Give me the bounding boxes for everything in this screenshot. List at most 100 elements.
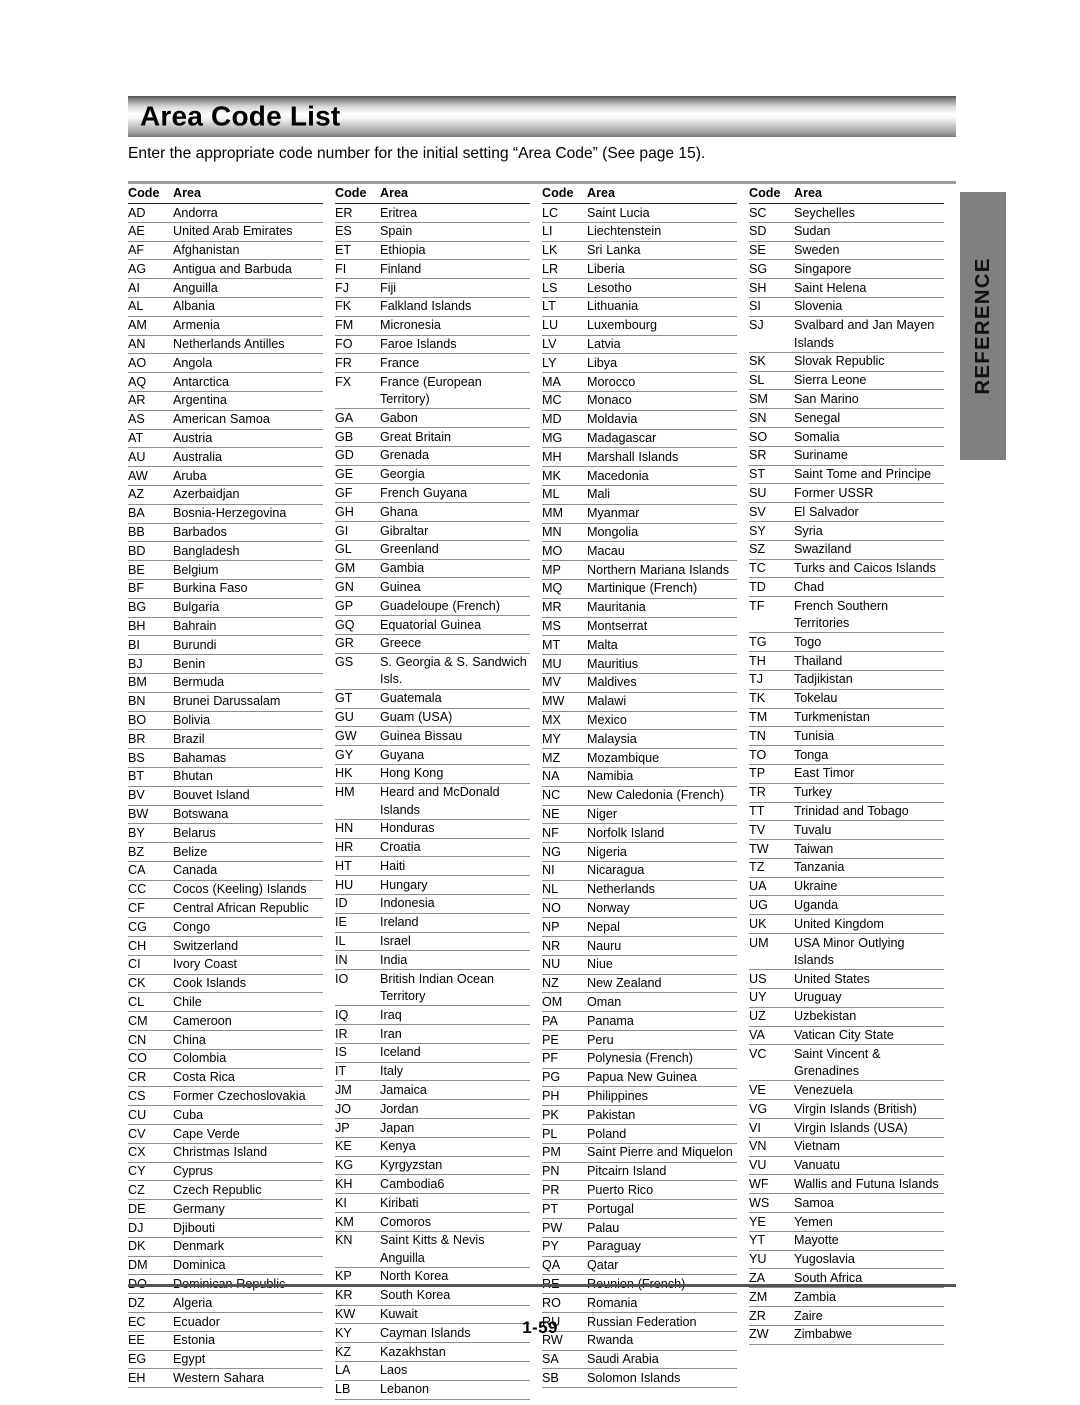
column-header-area: Area xyxy=(794,186,823,200)
area-name-cell: New Caledonia (French) xyxy=(587,788,725,803)
area-code-cell: AZ xyxy=(128,487,145,502)
area-code-cell: LS xyxy=(542,280,558,295)
area-code-cell: YT xyxy=(749,1233,766,1248)
table-row: PR Puerto Rico xyxy=(542,1181,737,1201)
area-code-cell: DZ xyxy=(128,1295,145,1310)
table-row: GQ Equatorial Guinea xyxy=(335,616,530,635)
area-name-cell: Niger xyxy=(587,807,618,821)
area-name-cell: Morocco xyxy=(587,374,636,389)
area-code-cell: BF xyxy=(128,581,145,596)
table-row: SG Singapore xyxy=(749,260,944,280)
area-code-cell: SM xyxy=(749,391,768,406)
table-row: GW Guinea Bissau xyxy=(335,727,530,747)
area-name-cell: Albania xyxy=(173,299,216,314)
area-name-cell: Seychelles xyxy=(794,205,855,220)
area-code-cell: GL xyxy=(335,542,352,557)
table-row: AS American Samoa xyxy=(128,411,323,430)
table-row: FX France (European Territory) xyxy=(335,373,530,410)
table-row: TT Trinidad and Tobago xyxy=(749,803,944,822)
area-code-cell: GW xyxy=(335,728,357,743)
table-row: AR Argentina xyxy=(128,392,323,411)
area-code-cell: IL xyxy=(335,934,346,949)
area-code-cell: TN xyxy=(749,728,766,743)
area-code-cell: VG xyxy=(749,1101,768,1116)
table-row: MT Malta xyxy=(542,636,737,656)
column-header-row: Code Area xyxy=(542,186,737,204)
area-code-cell: MZ xyxy=(542,750,561,765)
area-code-cell: GA xyxy=(335,410,354,425)
area-code-cell: NE xyxy=(542,807,560,821)
area-code-cell: CL xyxy=(128,994,145,1009)
area-name-cell: Lebanon xyxy=(380,1382,430,1397)
area-name-cell: Samoa xyxy=(794,1195,834,1210)
area-name-cell: Belgium xyxy=(173,562,219,577)
table-row: IE Ireland xyxy=(335,914,530,933)
area-name-cell: Vatican City State xyxy=(794,1028,894,1043)
area-name-cell: Taiwan xyxy=(794,841,834,856)
area-code-cell: FI xyxy=(335,261,347,276)
table-row: GM Gambia xyxy=(335,560,530,579)
table-row: GY Guyana xyxy=(335,746,530,765)
table-row: TF French Southern Territories xyxy=(749,597,944,634)
area-name-cell: Moldavia xyxy=(587,412,638,427)
area-code-cell: GE xyxy=(335,467,354,482)
table-row: PA Panama xyxy=(542,1012,737,1032)
area-code-cell: YE xyxy=(749,1214,766,1229)
area-code-cell: PM xyxy=(542,1145,561,1160)
table-row: SI Slovenia xyxy=(749,298,944,317)
table-row: TR Turkey xyxy=(749,784,944,803)
column-header-row: Code Area xyxy=(749,186,944,204)
area-name-cell: Chad xyxy=(794,579,825,594)
table-row: SR Suriname xyxy=(749,447,944,466)
area-code-cell: CH xyxy=(128,938,147,953)
area-code-cell: NU xyxy=(542,957,561,972)
area-name-cell: France xyxy=(380,355,420,370)
table-row: BH Bahrain xyxy=(128,618,323,637)
area-code-cell: TG xyxy=(749,634,767,649)
area-name-cell: Pakistan xyxy=(587,1107,636,1122)
table-row: MV Maldives xyxy=(542,674,737,693)
table-row: GR Greece xyxy=(335,635,530,654)
table-row: BY Belarus xyxy=(128,824,323,844)
area-code-cell: NI xyxy=(542,863,555,878)
area-name-cell: Benin xyxy=(173,656,206,671)
area-code-cell: IN xyxy=(335,952,348,967)
area-code-cell: VC xyxy=(749,1046,767,1061)
area-code-cell: PN xyxy=(542,1164,560,1179)
area-code-cell: LI xyxy=(542,224,553,239)
area-code-cell: AU xyxy=(128,449,146,464)
area-code-cell: GP xyxy=(335,598,354,613)
table-row: BS Bahamas xyxy=(128,749,323,768)
area-code-cell: PA xyxy=(542,1013,558,1028)
area-name-cell: Macedonia xyxy=(587,468,649,483)
area-code-cell: BB xyxy=(128,525,145,540)
table-row: KN Saint Kitts & Nevis Anguilla xyxy=(335,1232,530,1268)
table-row: AG Antigua and Barbuda xyxy=(128,260,323,280)
table-row: MA Morocco xyxy=(542,373,737,392)
table-row: HR Croatia xyxy=(335,839,530,858)
table-row: VC Saint Vincent & Grenadines xyxy=(749,1045,944,1082)
area-name-cell: American Samoa xyxy=(173,412,270,427)
area-code-cell: TZ xyxy=(749,860,765,875)
area-name-cell: Kiribati xyxy=(380,1195,419,1210)
table-row: TN Tunisia xyxy=(749,727,944,747)
area-code-cell: TT xyxy=(749,804,765,818)
area-name-cell: Somalia xyxy=(794,429,840,444)
table-row: PF Polynesia (French) xyxy=(542,1050,737,1069)
table-row: AZ Azerbaidjan xyxy=(128,486,323,505)
area-name-cell: Angola xyxy=(173,355,213,370)
area-name-cell: Anguilla xyxy=(173,280,218,295)
area-name-cell: Bulgaria xyxy=(173,600,220,615)
area-name-cell: Romania xyxy=(587,1295,638,1310)
area-name-cell: Tokelau xyxy=(794,691,838,706)
area-code-cell: BO xyxy=(128,713,147,728)
table-row: PN Pitcairn Island xyxy=(542,1163,737,1182)
area-code-cell: MY xyxy=(542,731,561,746)
area-code-cell: ZM xyxy=(749,1289,768,1304)
table-row: VI Virgin Islands (USA) xyxy=(749,1119,944,1138)
table-row: UK United Kingdom xyxy=(749,915,944,935)
table-row: QA Qatar xyxy=(542,1257,737,1276)
area-code-cell: AF xyxy=(128,243,145,258)
area-code-cell: LC xyxy=(542,205,559,220)
area-code-cell: SO xyxy=(749,429,768,444)
